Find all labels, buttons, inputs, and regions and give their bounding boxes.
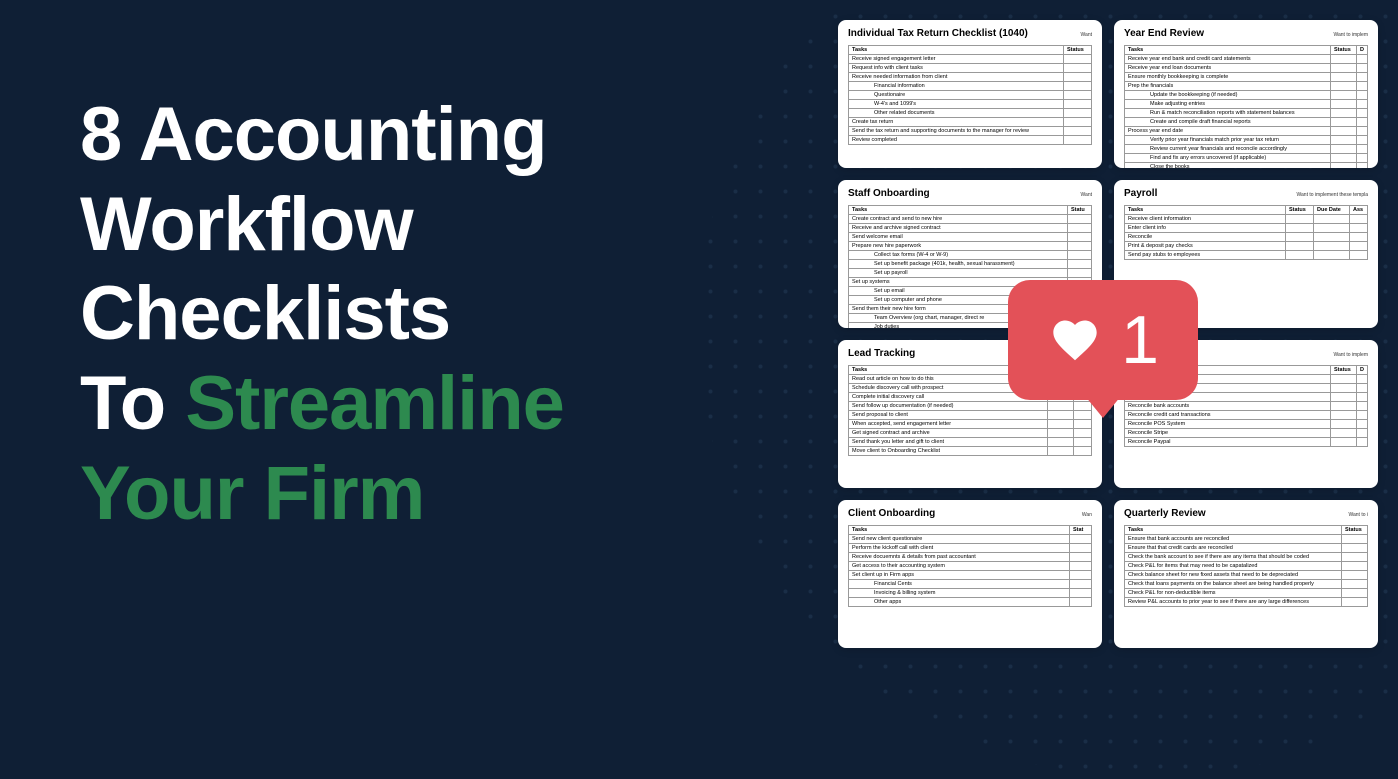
card-title: Lead Tracking [848, 348, 915, 359]
checklist-table: TasksStatus Ensure that bank accounts ar… [1124, 525, 1368, 607]
headline-line-5: Your Firm [80, 449, 564, 539]
card-quarterly-review: Quarterly Review Want to i TasksStatus E… [1114, 500, 1378, 648]
card-link: Want [1081, 192, 1092, 198]
card-link: Want to i [1348, 512, 1368, 518]
card-link: Wan [1082, 512, 1092, 518]
card-title: Payroll [1124, 188, 1157, 199]
headline-line-2: Workflow [80, 180, 564, 270]
headline-line-3: Checklists [80, 269, 564, 359]
checklist-table: TasksStatusDue DateAss Receive client in… [1124, 205, 1368, 260]
checklist-table: TasksStatusD Receive year end bank and c… [1124, 45, 1368, 168]
like-badge: 1 [1008, 280, 1198, 400]
checklist-table: TasksStatus Receive signed engagement le… [848, 45, 1092, 145]
card-link: Want [1081, 32, 1092, 38]
card-link: Want to implement these templa [1296, 192, 1368, 198]
like-count: 1 [1121, 301, 1159, 379]
headline-line-1: 8 Accounting [80, 90, 564, 180]
card-tax-return: Individual Tax Return Checklist (1040) W… [838, 20, 1102, 168]
card-title: Staff Onboarding [848, 188, 930, 199]
checklist-table: TasksStat Send new client questionaire P… [848, 525, 1092, 607]
card-title: Client Onboarding [848, 508, 935, 519]
card-client-onboarding: Client Onboarding Wan TasksStat Send new… [838, 500, 1102, 648]
card-title: Year End Review [1124, 28, 1204, 39]
card-year-end-review: Year End Review Want to implem TasksStat… [1114, 20, 1378, 168]
headline-line-4: To Streamline [80, 359, 564, 449]
card-title: Individual Tax Return Checklist (1040) [848, 28, 1028, 39]
card-link: Want to implem [1333, 32, 1368, 38]
card-title: Quarterly Review [1124, 508, 1206, 519]
card-link: Want to implem [1333, 352, 1368, 358]
heart-icon [1047, 314, 1103, 366]
headline: 8 Accounting Workflow Checklists To Stre… [80, 90, 564, 538]
